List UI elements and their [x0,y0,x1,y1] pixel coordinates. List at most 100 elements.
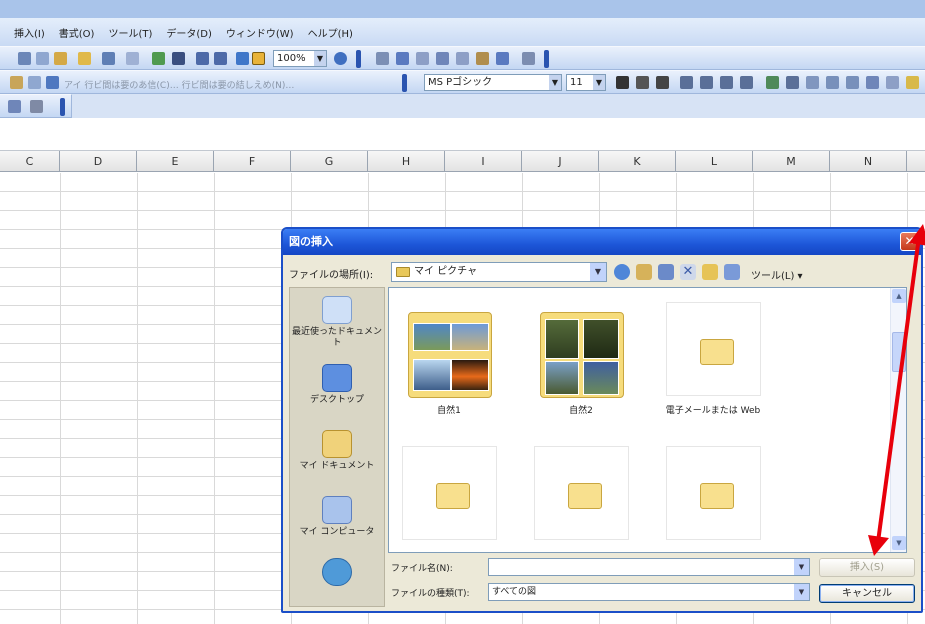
toolbar-options-icon[interactable] [8,100,21,113]
font-size-value: 11 [570,77,583,88]
folder-item[interactable] [399,446,499,566]
currency-icon[interactable] [766,76,779,89]
sort-ascending-icon[interactable] [196,52,209,65]
comment-icon[interactable] [436,52,449,65]
web-icon[interactable] [46,76,59,89]
indent-icon[interactable] [866,76,879,89]
copy-icon[interactable] [36,52,49,65]
autosum-icon[interactable] [172,52,185,65]
fill-color-icon[interactable] [906,76,919,89]
column-header[interactable]: F [214,151,291,172]
menu-tools[interactable]: ツール(T) [108,25,152,40]
toolbar-grip[interactable] [544,50,549,68]
scroll-down-icon[interactable]: ▼ [892,536,906,550]
zoom-select[interactable]: 100% ▼ [273,50,327,67]
underline-icon[interactable] [656,76,669,89]
file-type-select[interactable]: すべての図 ▼ [488,583,810,601]
align-right-icon[interactable] [720,76,733,89]
align-center-icon[interactable] [700,76,713,89]
vertical-scrollbar[interactable]: ▲ ▼ [890,288,906,552]
column-header[interactable]: I [445,151,522,172]
scroll-thumb[interactable] [892,332,906,372]
column-header[interactable]: K [599,151,676,172]
undo-icon[interactable] [102,52,115,65]
protect-icon[interactable] [522,52,535,65]
column-header[interactable]: H [368,151,445,172]
percent-icon[interactable] [786,76,799,89]
toolbar-grip[interactable] [356,50,361,68]
folder-icon [436,483,470,509]
comma-style-icon[interactable] [806,76,819,89]
file-name-input[interactable]: ▼ [488,558,810,576]
chart-wizard-icon[interactable] [236,52,249,65]
tools-menu-button[interactable]: ツール(L) ▾ [751,267,803,282]
compare-icon[interactable] [416,52,429,65]
chevron-down-icon[interactable]: ▼ [794,559,809,575]
insert-button[interactable]: 挿入(S) [819,558,915,577]
menu-format[interactable]: 書式(O) [59,25,95,40]
folder-item[interactable] [531,446,631,566]
folder-item[interactable]: 電子メールまたは Web [663,302,763,422]
dialog-title-bar[interactable]: 図の挿入 [283,229,921,255]
place-network[interactable] [290,558,384,589]
borders-icon[interactable] [886,76,899,89]
toolbar-grip[interactable] [60,98,65,116]
cancel-button[interactable]: キャンセル [819,584,915,603]
folder-item[interactable]: 自然1 [399,302,499,422]
reply-icon[interactable] [10,76,23,89]
file-name: 電子メールまたは Web [665,406,761,416]
drawing-icon[interactable] [252,52,265,65]
views-icon[interactable] [724,264,740,280]
align-left-icon[interactable] [680,76,693,89]
hyperlink-icon[interactable] [152,52,165,65]
delete-icon[interactable]: ✕ [680,264,696,280]
folder-item[interactable]: 自然2 [531,302,631,422]
bold-icon[interactable] [616,76,629,89]
look-in-select[interactable]: マイ ピクチャ ▼ [391,262,607,282]
column-header[interactable]: J [522,151,599,172]
column-header[interactable]: G [291,151,368,172]
help-icon[interactable] [334,52,347,65]
font-size-select[interactable]: 11 ▼ [566,74,606,91]
column-header[interactable]: L [676,151,753,172]
font-name-select[interactable]: MS Pゴシック ▼ [424,74,562,91]
track-changes-icon[interactable] [396,52,409,65]
menu-insert[interactable]: 挿入(I) [14,25,45,40]
column-header[interactable]: C [0,151,60,172]
italic-icon[interactable] [636,76,649,89]
toolbar-grip[interactable] [402,74,407,92]
search-web-icon[interactable] [658,264,674,280]
new-folder-icon[interactable] [702,264,718,280]
highlight-icon[interactable] [476,52,489,65]
column-header[interactable]: E [137,151,214,172]
place-recent[interactable]: 最近使ったドキュメント [290,296,384,349]
format-painter-icon[interactable] [78,52,91,65]
menu-data[interactable]: データ(D) [166,25,212,40]
folder-item[interactable] [663,446,763,566]
scroll-up-icon[interactable]: ▲ [892,289,906,303]
send-icon[interactable] [496,52,509,65]
decrease-decimal-icon[interactable] [846,76,859,89]
reviewing-icon[interactable] [376,52,389,65]
back-icon[interactable] [614,264,630,280]
up-folder-icon[interactable] [636,264,652,280]
place-my-documents[interactable]: マイ ドキュメント [290,430,384,472]
merge-center-icon[interactable] [740,76,753,89]
increase-decimal-icon[interactable] [826,76,839,89]
column-header[interactable]: M [753,151,830,172]
column-header[interactable]: N [830,151,907,172]
paste-icon[interactable] [54,52,67,65]
redo-icon[interactable] [126,52,139,65]
next-comment-icon[interactable] [456,52,469,65]
sort-descending-icon[interactable] [214,52,227,65]
file-list[interactable]: 自然1 自然2 電子メールまたは Web ▲ ▼ [388,287,907,553]
forward-icon[interactable] [28,76,41,89]
place-my-computer[interactable]: マイ コンピュータ [290,496,384,538]
close-button[interactable]: ✕ [900,232,919,251]
menu-window[interactable]: ウィンドウ(W) [226,25,294,40]
column-header[interactable]: D [60,151,137,172]
cut-icon[interactable] [18,52,31,65]
mail-icon[interactable] [30,100,43,113]
place-desktop[interactable]: デスクトップ [290,364,384,406]
menu-help[interactable]: ヘルプ(H) [308,25,353,40]
